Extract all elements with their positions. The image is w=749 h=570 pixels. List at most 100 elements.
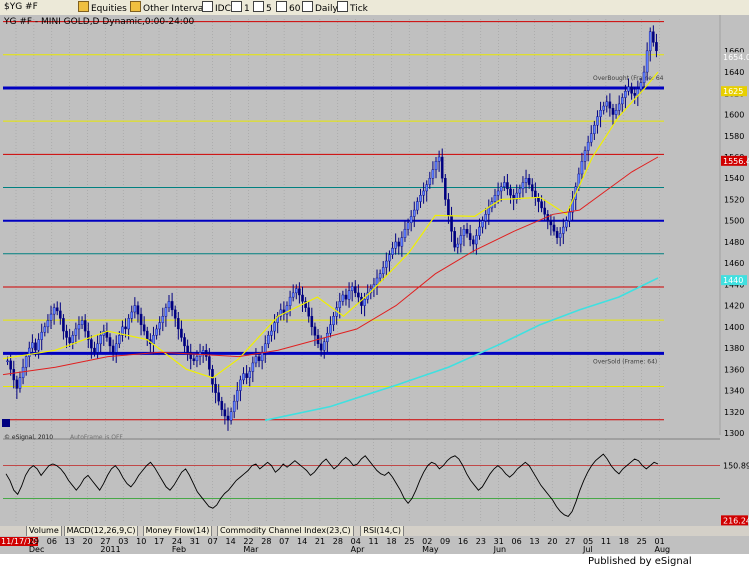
candle-body — [506, 182, 509, 190]
candle-body — [431, 169, 435, 179]
candle-body — [245, 373, 248, 378]
x-tick-label: 23 — [475, 537, 486, 546]
x-month-label: 2011 — [100, 545, 121, 554]
candle-body — [295, 288, 298, 294]
tick-button[interactable]: Tick — [335, 1, 370, 14]
candle-body — [648, 31, 652, 52]
other-intervals-menu[interactable]: Other Intervals — [130, 1, 211, 14]
chart-icon — [202, 1, 213, 12]
candle-body — [332, 316, 335, 325]
candle-body — [596, 116, 599, 126]
candle-body — [220, 400, 224, 410]
candle-body — [37, 339, 40, 351]
chart-icon — [302, 1, 313, 12]
price-tick-label: 1420 — [724, 302, 744, 311]
candle-body — [77, 324, 81, 330]
x-tick-label: 11 — [368, 537, 379, 546]
candle-body — [46, 320, 50, 328]
candle-body — [173, 309, 177, 319]
x-tick-label: 13 — [64, 537, 75, 546]
idc-button[interactable]: IDC — [200, 1, 233, 14]
interval-1-button[interactable]: 1 — [229, 1, 252, 14]
candle-body — [96, 343, 99, 353]
candle-body — [568, 211, 571, 221]
candle-body — [167, 301, 171, 308]
x-month-label: Mar — [243, 545, 259, 554]
candle-body — [475, 235, 478, 245]
candle-body — [409, 216, 413, 224]
x-tick-label: 16 — [457, 537, 469, 546]
indicator-tabs: Volume MACD(12,26,9,C) Money Flow(14) Commo… — [0, 526, 749, 537]
candle-body — [440, 156, 444, 179]
candle-body — [201, 350, 205, 353]
candle-body — [291, 292, 295, 298]
daily-button[interactable]: Daily — [300, 1, 340, 14]
candle-body — [416, 201, 419, 211]
price-chart[interactable]: +2/8+1/81656.38/81625.07/81593.86/81562.… — [0, 15, 749, 526]
candle-body — [161, 316, 165, 323]
candle-body — [350, 286, 354, 291]
candle-body — [49, 313, 53, 321]
candle-body — [608, 101, 612, 109]
candle-body — [158, 322, 161, 330]
candle-body — [400, 237, 404, 247]
candle-body — [118, 335, 121, 345]
candle-body — [251, 362, 255, 372]
candle-body — [31, 342, 34, 349]
candle-body — [543, 207, 546, 215]
candle-body — [65, 330, 68, 338]
candle-body — [15, 379, 19, 389]
candle-body — [353, 286, 357, 294]
oversold-label: OverSold (Frame: 64) — [593, 358, 657, 365]
candle-body — [204, 350, 208, 357]
candle-body — [59, 310, 62, 319]
candle-body — [170, 301, 174, 311]
candle-body — [155, 328, 158, 336]
footer: Published by eSignal — [0, 554, 749, 570]
x-month-label: Aug — [654, 545, 671, 554]
price-tick-label: 1520 — [724, 195, 744, 204]
candle-body — [589, 133, 593, 143]
candle-body — [99, 335, 102, 345]
equities-menu[interactable]: Equities — [78, 1, 127, 14]
candle-body — [394, 241, 397, 249]
candle-body — [530, 184, 534, 192]
candle-body — [437, 156, 441, 162]
candle-body — [639, 82, 643, 90]
symbol-field[interactable]: $YG #F — [2, 1, 40, 14]
candle-body — [322, 341, 326, 351]
interval-60-button[interactable]: 60 — [274, 1, 302, 14]
candle-body — [462, 228, 466, 236]
x-axis: 11/17/10 29 06 13 20 27 03 10 17 24 31 07 14 22 28 07 14… — [0, 536, 749, 554]
candle-body — [229, 411, 233, 421]
candle-body — [214, 383, 217, 393]
candle-body — [459, 235, 463, 245]
candle-body — [71, 335, 75, 343]
chart-icon — [231, 1, 242, 12]
rsi-low-label: 216.24 — [723, 516, 749, 525]
candle-body — [565, 220, 568, 228]
candle-body — [189, 352, 193, 359]
candle-body — [347, 290, 351, 300]
candle-body — [62, 318, 65, 332]
candle-body — [344, 294, 348, 300]
price-axis: 1660164016201600158015601540152015001480… — [664, 15, 749, 526]
candle-body — [456, 243, 460, 248]
candle-body — [363, 299, 366, 306]
interval-5-button[interactable]: 5 — [251, 1, 274, 14]
candle-body — [124, 326, 127, 330]
price-tick-label: 1480 — [724, 238, 744, 247]
price-tick-label: 1580 — [724, 132, 744, 141]
candle-body — [434, 161, 438, 170]
x-tick-label: 09 — [440, 537, 451, 546]
candle-body — [18, 377, 22, 389]
candle-body — [540, 201, 543, 209]
candle-body — [555, 231, 559, 238]
x-tick-label: 17 — [154, 537, 165, 546]
candle-body — [34, 342, 37, 351]
candle-body — [518, 188, 522, 194]
candle-body — [378, 273, 382, 279]
candle-body — [341, 294, 345, 302]
candle-body — [471, 239, 475, 245]
candle-body — [145, 330, 149, 340]
